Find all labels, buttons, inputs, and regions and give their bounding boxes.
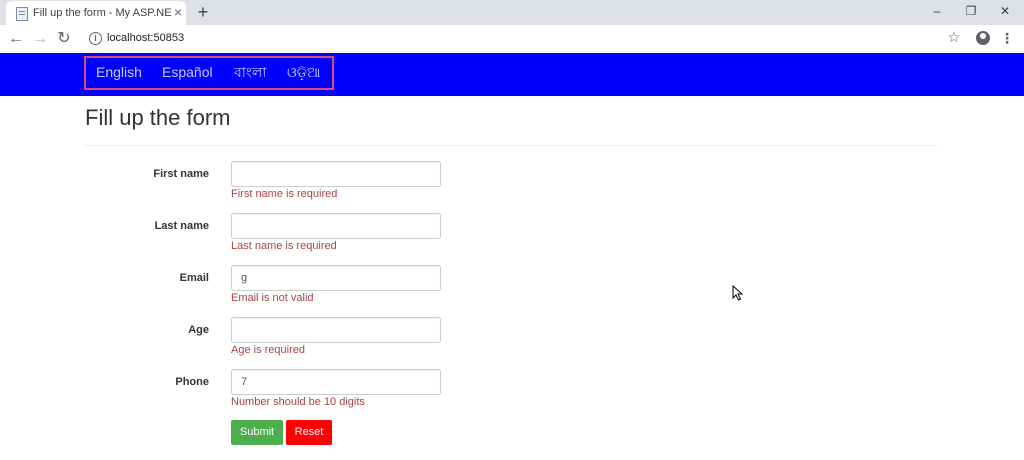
reload-icon[interactable]: ↻ [54, 29, 74, 49]
page-title: Fill up the form [85, 105, 231, 130]
first-name-error: First name is required [231, 188, 338, 200]
tab-close-icon[interactable]: × [171, 5, 185, 19]
first-name-input[interactable] [231, 161, 441, 187]
language-link-bengali[interactable]: বাংলা [234, 62, 266, 82]
age-error: Age is required [231, 344, 305, 356]
language-link-english[interactable]: English [96, 62, 142, 82]
page-favicon-icon [16, 7, 28, 21]
browser-tab-strip: Fill up the form - My ASP.NET Ap × + – ❐… [0, 0, 1024, 25]
phone-error: Number should be 10 digits [231, 396, 365, 408]
first-name-label: First name [153, 168, 209, 180]
language-link-odia[interactable]: ଓଡ଼ିଆ [287, 62, 321, 82]
browser-tab[interactable]: Fill up the form - My ASP.NET Ap × [6, 1, 186, 25]
tab-title: Fill up the form - My ASP.NET Ap [33, 7, 171, 19]
url-text[interactable]: localhost:50853 [107, 31, 184, 46]
language-link-spanish[interactable]: Español [162, 62, 213, 82]
address-bar[interactable]: i localhost:50853 [80, 28, 974, 50]
reset-button[interactable]: Reset [286, 420, 332, 445]
forward-arrow-icon[interactable]: → [30, 29, 50, 49]
age-label: Age [188, 324, 209, 336]
last-name-input[interactable] [231, 213, 441, 239]
window-restore-button[interactable]: ❐ [956, 2, 986, 22]
submit-button[interactable]: Submit [231, 420, 283, 445]
last-name-label: Last name [154, 220, 209, 232]
account-icon[interactable] [976, 31, 990, 45]
phone-input[interactable] [231, 369, 441, 395]
mouse-pointer-icon [732, 285, 744, 301]
email-input[interactable] [231, 265, 441, 291]
back-arrow-icon[interactable]: ← [6, 29, 26, 49]
title-divider [85, 145, 938, 146]
last-name-error: Last name is required [231, 240, 337, 252]
browser-menu-icon[interactable]: ⋮ [1000, 29, 1014, 47]
browser-toolbar: ← → ↻ i localhost:50853 [0, 25, 1024, 54]
window-minimize-button[interactable]: – [922, 2, 952, 22]
site-info-icon[interactable]: i [89, 32, 102, 45]
email-error: Email is not valid [231, 292, 314, 304]
age-input[interactable] [231, 317, 441, 343]
phone-label: Phone [175, 376, 209, 388]
site-navbar: English Español বাংলা ଓଡ଼ିଆ [0, 53, 1024, 96]
bookmark-star-icon[interactable]: ☆ [946, 29, 962, 47]
new-tab-button[interactable]: + [194, 3, 212, 21]
language-switcher: English Español বাংলা ଓଡ଼ିଆ [84, 56, 334, 90]
email-label: Email [179, 272, 209, 284]
window-close-button[interactable]: ✕ [990, 2, 1020, 22]
